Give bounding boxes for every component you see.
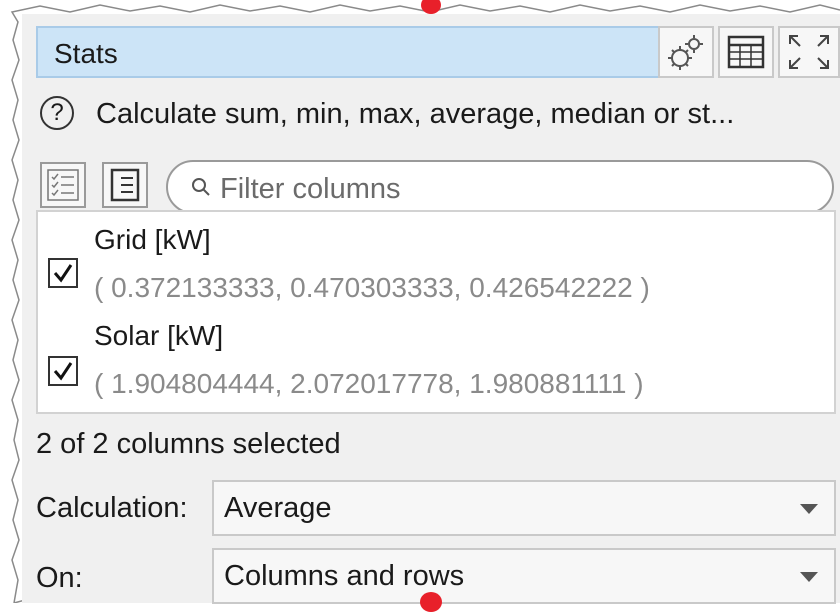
list-item-solar[interactable]: Solar [kW] ( 1.904804444, 2.072017778, 1…	[38, 314, 834, 414]
calculation-dropdown[interactable]: Average	[212, 480, 836, 536]
grid-checkbox[interactable]	[48, 258, 78, 288]
settings-button[interactable]	[658, 26, 714, 78]
help-row: ? Calculate sum, min, max, average, medi…	[36, 96, 836, 140]
panel-title: Stats	[54, 38, 118, 69]
selection-status: 2 of 2 columns selected	[36, 428, 341, 460]
list-item-grid[interactable]: Grid [kW] ( 0.372133333, 0.470303333, 0.…	[38, 216, 834, 316]
chevron-down-icon	[800, 572, 818, 582]
filter-columns-input[interactable]	[218, 170, 802, 208]
column-values: ( 1.904804444, 2.072017778, 1.980881111 …	[94, 368, 644, 399]
column-list: Grid [kW] ( 0.372133333, 0.470303333, 0.…	[36, 210, 836, 414]
checkmark-icon	[53, 362, 73, 381]
calculation-value: Average	[224, 492, 332, 524]
settings-gears-icon	[668, 35, 703, 70]
chevron-down-icon	[800, 504, 818, 514]
solar-checkbox[interactable]	[48, 356, 78, 386]
panel-titlebar[interactable]: Stats	[36, 26, 662, 78]
select-all-button[interactable]	[40, 162, 86, 208]
maximize-button[interactable]	[778, 26, 840, 78]
panel-description: Calculate sum, min, max, average, median…	[96, 98, 735, 130]
deselect-all-button[interactable]	[102, 162, 148, 208]
maximize-icon	[789, 35, 829, 69]
on-label: On:	[36, 562, 83, 594]
filter-columns-search[interactable]	[166, 160, 834, 214]
table-view-button[interactable]	[718, 26, 774, 78]
help-icon[interactable]: ?	[40, 96, 74, 130]
bottom-connector-dot	[420, 592, 442, 612]
table-icon	[727, 35, 765, 69]
calculation-label: Calculation:	[36, 492, 188, 524]
column-name: Grid [kW]	[94, 224, 211, 255]
column-name: Solar [kW]	[94, 320, 224, 351]
column-values: ( 0.372133333, 0.470303333, 0.426542222 …	[94, 272, 650, 303]
list-icon	[110, 168, 140, 202]
top-connector-dot	[421, 0, 441, 14]
search-icon	[192, 178, 210, 196]
checkmark-icon	[53, 264, 73, 283]
checklist-icon	[47, 169, 79, 201]
stats-panel: Stats ? Calculate sum, min, max, average…	[22, 14, 840, 604]
on-value: Columns and rows	[224, 560, 465, 592]
on-dropdown[interactable]: Columns and rows	[212, 548, 836, 604]
